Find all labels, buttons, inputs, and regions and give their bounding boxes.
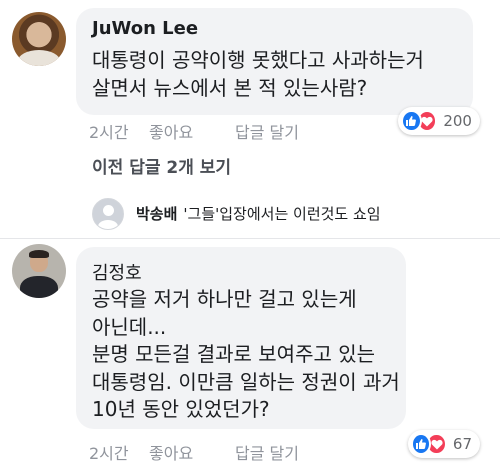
avatar[interactable]	[92, 198, 124, 230]
reply-preview[interactable]: 박송배 '그들'입장에서는 이런것도 쇼임	[136, 203, 381, 224]
comment-bubble: JuWon Lee 대통령이 공약이행 못했다고 사과하는거 살면서 뉴스에서 …	[76, 8, 473, 115]
reaction-summary[interactable]: 67	[408, 430, 480, 458]
reply-author[interactable]: 박송배	[136, 205, 177, 223]
reaction-count: 200	[443, 112, 472, 130]
comment-text: 대통령이 공약이행 못했다고 사과하는거 살면서 뉴스에서 본 적 있는사람?	[92, 46, 424, 102]
comment-actions: 2시간 좋아요 답글 달기	[89, 119, 299, 143]
reply-button[interactable]: 답글 달기	[235, 440, 299, 464]
reaction-summary[interactable]: 200	[398, 107, 480, 135]
comment-text: 공약을 저거 하나만 걸고 있는게 아닌데... 분명 모든걸 결과로 보여주고…	[92, 286, 400, 424]
avatar[interactable]	[12, 12, 66, 66]
divider	[0, 238, 500, 239]
comment-line: 10년 동안 있었던가?	[92, 397, 270, 421]
timestamp[interactable]: 2시간	[89, 119, 149, 143]
like-icon	[401, 110, 422, 132]
comment-author[interactable]: JuWon Lee	[92, 18, 198, 39]
comment-line: 분명 모든걸 결과로 보여주고 있는	[92, 342, 376, 366]
reaction-count: 67	[452, 435, 472, 453]
comment-bubble: 김정호 공약을 저거 하나만 걸고 있는게 아닌데... 분명 모든걸 결과로 …	[76, 247, 406, 429]
timestamp[interactable]: 2시간	[89, 440, 149, 464]
reply-text: '그들'입장에서는 이런것도 쇼임	[183, 205, 381, 223]
comment-line: 대통령이 공약이행 못했다고 사과하는거	[92, 48, 424, 72]
comment-line: 대통령임. 이만큼 일하는 정권이 과거	[92, 369, 400, 394]
view-previous-replies-link[interactable]: 이전 답글 2개 보기	[92, 153, 231, 178]
comment-line: 공약을 저거 하나만 걸고 있는게	[92, 287, 357, 311]
like-button[interactable]: 좋아요	[149, 119, 235, 143]
comment-author[interactable]: 김정호	[92, 259, 142, 285]
avatar[interactable]	[12, 244, 66, 298]
comment-actions: 2시간 좋아요 답글 달기	[89, 440, 299, 464]
reply-button[interactable]: 답글 달기	[235, 119, 299, 143]
comment-line: 아닌데...	[92, 314, 167, 339]
comment-line: 살면서 뉴스에서 본 적 있는사람?	[92, 76, 368, 100]
like-button[interactable]: 좋아요	[149, 440, 235, 464]
